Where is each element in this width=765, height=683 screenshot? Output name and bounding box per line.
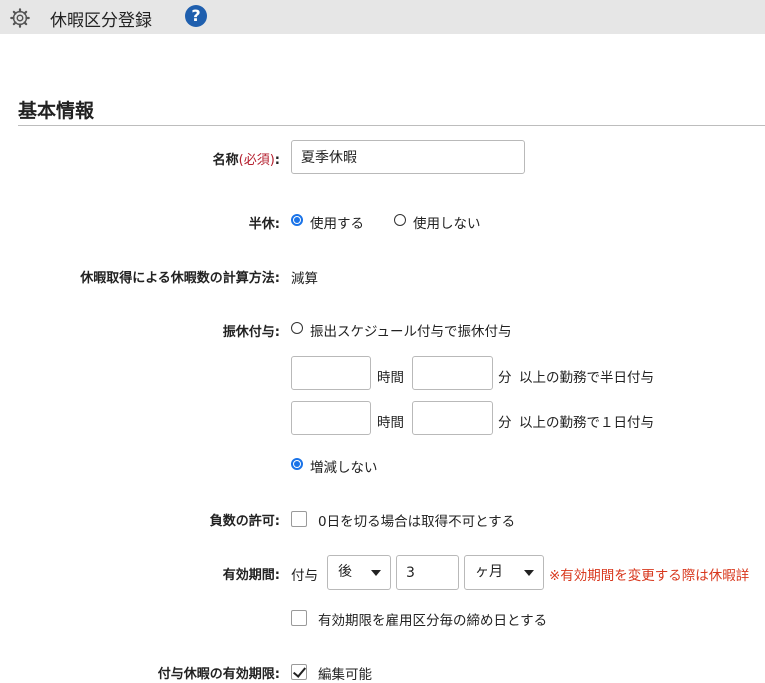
validity-warning-text: ※有効期間を変更する際は休暇詳 xyxy=(549,568,750,584)
page-header: 休暇区分登録 ? xyxy=(0,0,765,34)
validity-unit-select[interactable]: ヶ月 xyxy=(464,555,544,590)
question-circle-icon[interactable]: ? xyxy=(185,5,207,27)
gear-icon[interactable] xyxy=(9,7,31,29)
full-day-condition-text: 以上の勤務で１日付与 xyxy=(519,415,654,431)
section-title: 基本情報 xyxy=(18,100,95,122)
negative-label: 負数の許可: xyxy=(209,514,280,529)
calc-method-label: 休暇取得による休暇数の計算方法: xyxy=(80,271,280,286)
grant-expiry-checkbox-label: 編集可能 xyxy=(318,667,372,683)
validity-label: 有効期間: xyxy=(222,568,280,583)
negative-checkbox[interactable] xyxy=(291,511,307,527)
half-hour-input[interactable] xyxy=(291,356,371,390)
half-day-use-label: 使用する xyxy=(310,216,364,232)
half-day-use-radio[interactable] xyxy=(291,214,303,226)
substitute-schedule-radio[interactable] xyxy=(291,322,303,334)
half-hour-unit: 時間 xyxy=(377,370,404,386)
half-day-no-use-label: 使用しない xyxy=(413,216,481,232)
validity-timing-value: 後 xyxy=(338,564,352,580)
name-label: 名称(必須): xyxy=(212,153,280,168)
closing-date-checkbox[interactable] xyxy=(291,610,307,626)
half-day-condition-text: 以上の勤務で半日付与 xyxy=(519,370,654,386)
no-change-label: 増減しない xyxy=(310,460,378,476)
section-divider xyxy=(18,125,765,126)
no-change-radio[interactable] xyxy=(291,458,303,470)
grant-expiry-checkbox[interactable] xyxy=(291,664,307,680)
required-marker: (必須) xyxy=(238,153,275,168)
full-hour-unit: 時間 xyxy=(377,415,404,431)
negative-checkbox-label: 0日を切る場合は取得不可とする xyxy=(318,514,516,530)
validity-timing-select[interactable]: 後 xyxy=(327,555,391,590)
calc-method-value: 減算 xyxy=(291,271,318,287)
substitute-label: 振休付与: xyxy=(222,325,280,340)
substitute-schedule-label: 振出スケジュール付与で振休付与 xyxy=(310,324,512,340)
full-hour-input[interactable] xyxy=(291,401,371,435)
validity-amount-input[interactable] xyxy=(396,555,459,590)
half-day-label: 半休: xyxy=(248,217,280,232)
full-minute-unit: 分 xyxy=(498,415,512,431)
name-input[interactable] xyxy=(291,140,525,174)
validity-unit-value: ヶ月 xyxy=(475,564,503,580)
half-minute-input[interactable] xyxy=(412,356,493,390)
validity-prefix: 付与 xyxy=(291,568,318,584)
full-minute-input[interactable] xyxy=(412,401,493,435)
chevron-down-icon xyxy=(371,570,381,576)
half-day-no-use-radio[interactable] xyxy=(394,214,406,226)
chevron-down-icon xyxy=(524,570,534,576)
closing-date-label: 有効期限を雇用区分毎の締め日とする xyxy=(318,613,548,629)
half-minute-unit: 分 xyxy=(498,370,512,386)
page-title: 休暇区分登録 xyxy=(50,11,152,31)
grant-expiry-label: 付与休暇の有効期限: xyxy=(157,667,280,682)
